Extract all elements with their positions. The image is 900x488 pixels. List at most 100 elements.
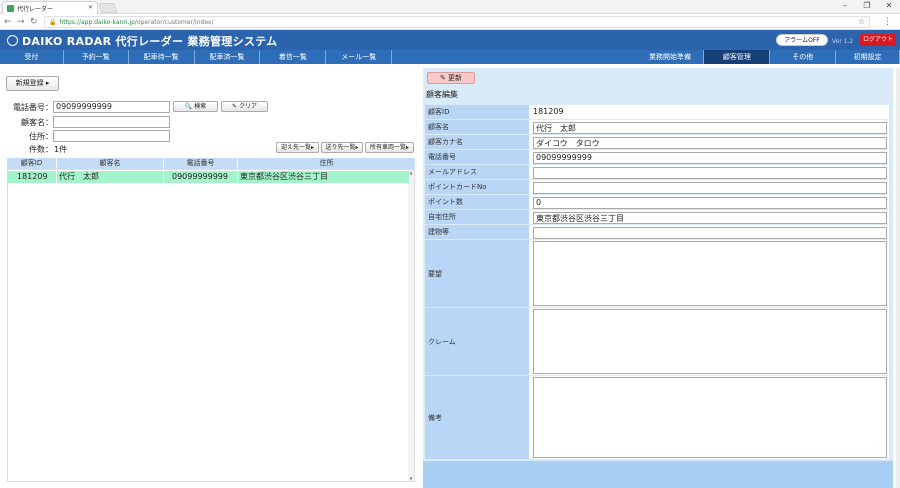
table-row[interactable]: 181209 代行 太郎 09099999999 東京都渋谷区渋谷三丁目 bbox=[7, 171, 409, 183]
list-scrollbar[interactable]: ▲ ▼ bbox=[408, 170, 414, 481]
home-address-input[interactable]: 東京都渋谷区渋谷三丁目 bbox=[533, 212, 887, 224]
field-label: 顧客ID bbox=[425, 105, 529, 119]
reload-icon[interactable]: ↻ bbox=[30, 16, 38, 28]
url-field[interactable]: 🔒 https://app.daiko-kanri.jp/operator/cu… bbox=[44, 16, 870, 28]
caret-right-icon: ▸ bbox=[311, 144, 315, 151]
nav-initial-settings[interactable]: 初期設定 bbox=[836, 50, 900, 64]
new-register-label: 新規登録 bbox=[15, 79, 44, 87]
close-tab-icon[interactable]: ✕ bbox=[88, 4, 93, 11]
maximize-icon[interactable]: ❐ bbox=[856, 0, 878, 14]
building-input[interactable] bbox=[533, 227, 887, 239]
minimize-icon[interactable]: – bbox=[834, 0, 856, 14]
email-input[interactable] bbox=[533, 167, 887, 179]
edit-title: 顧客編集 bbox=[426, 90, 458, 99]
address-input[interactable] bbox=[53, 130, 170, 142]
count-label: 件数： bbox=[29, 145, 53, 154]
field-label: 電話番号 bbox=[425, 150, 529, 164]
column-header[interactable]: 顧客ID bbox=[7, 158, 57, 169]
customer-name-input[interactable]: 代行 太郎 bbox=[533, 122, 887, 134]
logo-icon bbox=[7, 35, 18, 46]
pickup-list-button[interactable]: 迎え先一覧▸ bbox=[276, 142, 319, 153]
browser-tab-bar: 代行レーダー ✕ – ❐ ✕ bbox=[0, 0, 900, 14]
scroll-down-icon[interactable]: ▼ bbox=[408, 476, 414, 481]
vehicle-list-button[interactable]: 所有車両一覧▸ bbox=[365, 142, 414, 153]
field-label: メールアドレス bbox=[425, 165, 529, 179]
version-label: Ver 1.2 bbox=[832, 38, 854, 45]
browser-tab[interactable]: 代行レーダー ✕ bbox=[2, 1, 98, 14]
field-label: 自宅住所 bbox=[425, 210, 529, 224]
window-controls: – ❐ ✕ bbox=[834, 0, 900, 14]
row-request: 要望 bbox=[425, 240, 889, 308]
address-label: 住所： bbox=[29, 132, 53, 141]
pointcard-input[interactable] bbox=[533, 182, 887, 194]
nav-reception[interactable]: 受付 bbox=[0, 50, 64, 64]
row-pointcard: ポイントカードNo bbox=[425, 180, 889, 195]
nav-incoming-calls[interactable]: 着信一覧 bbox=[260, 50, 327, 64]
row-building: 建物等 bbox=[425, 225, 889, 240]
nav-customer-management[interactable]: 顧客管理 bbox=[704, 50, 771, 64]
tab-title: 代行レーダー bbox=[17, 5, 54, 13]
forward-arrow-icon[interactable]: → bbox=[17, 16, 25, 28]
search-button[interactable]: 🔍 検索 bbox=[173, 101, 218, 112]
new-register-button[interactable]: 新規登録 ▸ bbox=[6, 76, 59, 91]
nav-reservations[interactable]: 予約一覧 bbox=[64, 50, 129, 64]
row-kana: 顧客カナ名 ダイコウ タロウ bbox=[425, 135, 889, 150]
column-header[interactable]: 電話番号 bbox=[164, 158, 238, 169]
nav-mail[interactable]: メール一覧 bbox=[326, 50, 393, 64]
phone-input[interactable]: 09099999999 bbox=[53, 101, 170, 113]
browser-menu-icon[interactable]: ⋮ bbox=[883, 16, 892, 28]
cell-phone: 09099999999 bbox=[164, 171, 238, 183]
nav-other[interactable]: その他 bbox=[770, 50, 837, 64]
nav-business-start[interactable]: 業務開始準備 bbox=[637, 50, 705, 64]
logout-button[interactable]: ログアウト bbox=[860, 34, 896, 46]
new-tab-button[interactable] bbox=[98, 3, 118, 13]
name-label: 顧客名： bbox=[21, 118, 53, 127]
dropoff-list-button[interactable]: 送り先一覧▸ bbox=[321, 142, 363, 153]
points-input[interactable]: 0 bbox=[533, 197, 887, 209]
back-arrow-icon[interactable]: ← bbox=[4, 16, 12, 28]
clear-button[interactable]: ✎ クリア bbox=[221, 101, 268, 112]
customer-kana-input[interactable]: ダイコウ タロウ bbox=[533, 137, 887, 149]
name-input[interactable] bbox=[53, 116, 170, 128]
panel-footer bbox=[423, 461, 893, 488]
field-label: 備考 bbox=[425, 376, 529, 459]
claim-textarea[interactable] bbox=[533, 309, 887, 374]
search-icon: 🔍 bbox=[184, 103, 193, 110]
phone-label: 電話番号： bbox=[13, 103, 53, 112]
request-textarea[interactable] bbox=[533, 241, 887, 306]
column-header[interactable]: 顧客名 bbox=[57, 158, 164, 169]
bookmark-star-icon[interactable]: ☆ bbox=[858, 17, 865, 27]
field-label: 顧客カナ名 bbox=[425, 135, 529, 149]
refresh-button[interactable]: ✎ 更新 bbox=[427, 72, 475, 84]
alarm-toggle-button[interactable]: アラームOFF bbox=[776, 34, 828, 46]
row-home-address: 自宅住所 東京都渋谷区渋谷三丁目 bbox=[425, 210, 889, 225]
vehicle-list-label: 所有車両一覧 bbox=[369, 144, 406, 151]
cell-name: 代行 太郎 bbox=[57, 171, 164, 183]
edit-icon: ✎ bbox=[439, 74, 446, 82]
caret-right-icon: ▸ bbox=[406, 144, 410, 151]
notes-textarea[interactable] bbox=[533, 377, 887, 458]
dropoff-list-label: 送り先一覧 bbox=[325, 144, 356, 151]
phone-number-input[interactable]: 09099999999 bbox=[533, 152, 887, 164]
close-window-icon[interactable]: ✕ bbox=[878, 0, 900, 14]
url-host: https://app.daiko-kanri.jp bbox=[59, 18, 135, 26]
column-header[interactable]: 住所 bbox=[238, 158, 415, 169]
nav-dispatch-waiting[interactable]: 配車待一覧 bbox=[129, 50, 195, 64]
caret-right-icon: ▸ bbox=[45, 79, 50, 87]
row-name: 顧客名 代行 太郎 bbox=[425, 120, 889, 135]
nav-dispatched[interactable]: 配車済一覧 bbox=[195, 50, 261, 64]
url-path: /operator/customer/index/ bbox=[134, 18, 214, 26]
pickup-list-label: 迎え先一覧 bbox=[280, 144, 311, 151]
search-button-label: 検索 bbox=[194, 103, 207, 110]
main-nav: 受付 予約一覧 配車待一覧 配車済一覧 着信一覧 メール一覧 業務開始準備 顧客… bbox=[0, 50, 900, 64]
field-label: 要望 bbox=[425, 240, 529, 307]
page-scrollbar[interactable] bbox=[896, 68, 900, 488]
address-bar: ← → ↻ 🔒 https://app.daiko-kanri.jp/opera… bbox=[0, 14, 900, 30]
app-brand: DAIKO RADAR 代行レーダー 業務管理システム bbox=[22, 35, 278, 48]
field-label: 顧客名 bbox=[425, 120, 529, 134]
customer-table-header: 顧客ID 顧客名 電話番号 住所 bbox=[7, 158, 415, 169]
eraser-icon: ✎ bbox=[232, 103, 238, 110]
row-customer-id: 顧客ID 181209 bbox=[425, 105, 889, 120]
field-label: 建物等 bbox=[425, 225, 529, 239]
refresh-button-label: 更新 bbox=[448, 74, 463, 82]
